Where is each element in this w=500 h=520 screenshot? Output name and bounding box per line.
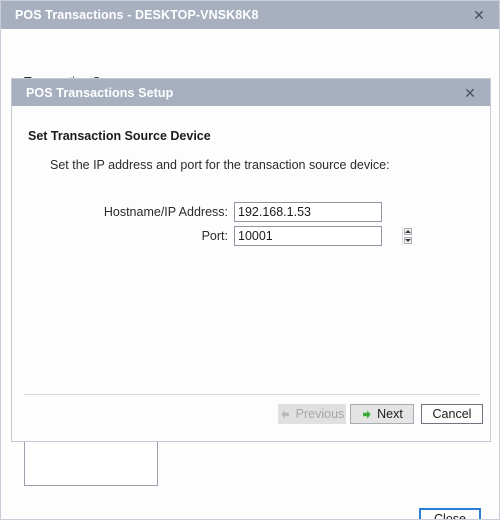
chevron-down-icon	[405, 239, 411, 242]
instruction-text: Set the IP address and port for the tran…	[50, 158, 390, 172]
port-label: Port:	[201, 229, 228, 243]
stepper-down-button[interactable]	[404, 237, 412, 244]
arrow-left-icon	[281, 409, 289, 419]
close-button[interactable]: Close	[419, 508, 481, 519]
cancel-button[interactable]: Cancel	[421, 404, 483, 424]
port-stepper-buttons	[402, 227, 413, 245]
port-input[interactable]	[235, 227, 402, 245]
setup-dialog-titlebar: POS Transactions Setup ✕	[12, 79, 490, 106]
setup-dialog-body: Set Transaction Source Device Set the IP…	[12, 106, 490, 441]
hostname-label: Hostname/IP Address:	[103, 205, 228, 219]
main-window-title: POS Transactions - DESKTOP-VNSK8K8	[15, 8, 259, 22]
page-title: Set Transaction Source Device	[28, 129, 211, 143]
chevron-up-icon	[405, 230, 411, 233]
close-icon[interactable]: ✕	[450, 79, 490, 106]
next-button[interactable]: Next	[350, 404, 414, 424]
previous-button-label: Previous	[295, 407, 345, 421]
hostname-input[interactable]	[234, 202, 382, 222]
previous-button[interactable]: Previous	[278, 404, 346, 424]
footer-divider	[24, 394, 480, 395]
cancel-button-label: Cancel	[432, 407, 472, 421]
setup-dialog-title: POS Transactions Setup	[26, 85, 174, 100]
port-stepper[interactable]	[234, 226, 412, 246]
stepper-up-button[interactable]	[404, 228, 412, 235]
main-window-titlebar: POS Transactions - DESKTOP-VNSK8K8 ✕	[1, 1, 499, 29]
next-button-label: Next	[377, 407, 403, 421]
pos-transactions-setup-dialog: POS Transactions Setup ✕ Set Transaction…	[11, 78, 491, 442]
close-icon[interactable]: ✕	[459, 1, 499, 29]
arrow-right-icon	[363, 409, 371, 419]
wizard-footer: Previous Next Cancel	[12, 404, 490, 438]
main-window: POS Transactions - DESKTOP-VNSK8K8 ✕ Tra…	[0, 0, 500, 520]
